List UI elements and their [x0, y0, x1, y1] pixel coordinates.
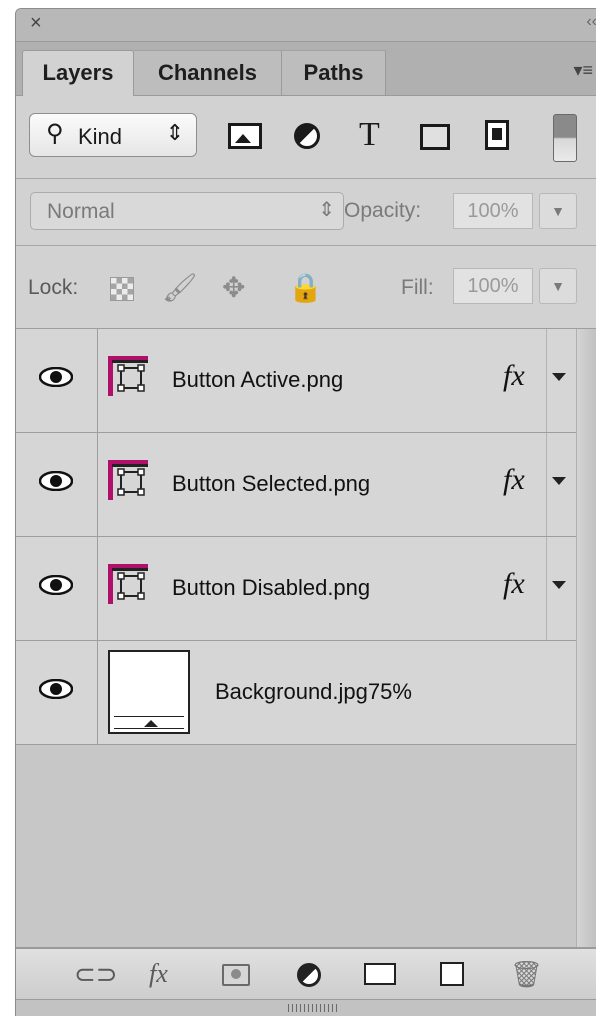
thumbnail-line — [114, 716, 184, 717]
layer-row[interactable]: Button Active.png fx — [16, 329, 576, 433]
lock-position-move-icon[interactable]: ✥ — [222, 268, 245, 308]
layer-filter-row: ⚲ Kind ⇕ T — [16, 96, 596, 179]
smart-object-filter-icon[interactable] — [485, 120, 509, 150]
layers-list: Button Active.png fx Button Selected.png… — [16, 329, 576, 949]
panel-tabs: Layers Channels Paths ▾≡ — [16, 42, 596, 96]
thumbnail-line — [114, 728, 184, 729]
type-filter-icon[interactable]: T — [359, 116, 380, 154]
tab-layers[interactable]: Layers — [22, 50, 134, 96]
search-icon: ⚲ — [46, 120, 64, 147]
tab-channels[interactable]: Channels — [134, 50, 282, 95]
opacity-input[interactable]: 100% — [453, 193, 533, 229]
layers-panel: × ‹‹ Layers Channels Paths ▾≡ ⚲ Kind ⇕ T… — [15, 8, 596, 1016]
panel-menu-icon[interactable]: ▾≡ — [573, 60, 593, 81]
layer-name[interactable]: Background.jpg75% — [215, 679, 412, 705]
fill-input[interactable]: 100% — [453, 268, 533, 304]
layer-name[interactable]: Button Disabled.png — [172, 575, 370, 601]
triangle-icon — [144, 720, 158, 727]
visibility-toggle[interactable] — [16, 433, 98, 536]
layer-style-icon[interactable]: fx — [149, 959, 168, 989]
collapse-arrows-icon[interactable]: ‹‹ — [586, 13, 596, 31]
layer-name[interactable]: Button Active.png — [172, 367, 343, 393]
fill-dropdown-button[interactable]: ▼ — [539, 268, 577, 304]
blend-mode-select[interactable]: Normal ⇕ — [30, 192, 344, 230]
layer-row[interactable]: Button Disabled.png fx — [16, 537, 576, 641]
eye-icon — [39, 679, 73, 699]
lock-pixels-brush-icon[interactable]: 🖌 — [162, 268, 198, 308]
layer-thumbnail — [108, 650, 190, 734]
kind-filter-select[interactable]: ⚲ Kind ⇕ — [29, 113, 197, 157]
group-folder-icon[interactable] — [364, 963, 396, 985]
divider — [546, 433, 547, 536]
eye-icon — [39, 367, 73, 387]
new-layer-icon[interactable] — [440, 962, 464, 986]
lock-row: Lock: 🖌 ✥ 🔒 Fill: 100% ▼ — [16, 246, 596, 329]
link-layers-icon[interactable]: ⊂⊃ — [74, 959, 118, 989]
visibility-toggle[interactable] — [16, 537, 98, 640]
close-icon[interactable]: × — [30, 11, 42, 35]
layer-effects-fx-icon[interactable]: fx — [503, 567, 525, 601]
image-filter-icon[interactable] — [228, 123, 262, 149]
layer-effects-fx-icon[interactable]: fx — [503, 359, 525, 393]
visibility-toggle[interactable] — [16, 641, 98, 744]
stepper-arrows-icon: ⇕ — [318, 199, 335, 221]
eye-icon — [39, 575, 73, 595]
panel-title-bar: × ‹‹ — [16, 9, 596, 42]
tab-paths[interactable]: Paths — [282, 50, 386, 95]
opacity-label: Opacity: — [344, 199, 422, 222]
lock-label: Lock: — [28, 276, 79, 299]
fill-label: Fill: — [401, 276, 434, 299]
grip-icon — [288, 1004, 338, 1012]
eye-icon — [39, 471, 73, 491]
divider — [546, 537, 547, 640]
scrollbar[interactable] — [576, 329, 596, 949]
lock-transparency-icon[interactable] — [110, 277, 134, 301]
layer-row[interactable]: Background.jpg75% — [16, 641, 576, 745]
adjustment-layer-icon[interactable] — [297, 963, 321, 987]
visibility-toggle[interactable] — [16, 329, 98, 432]
expand-effects-icon[interactable] — [552, 373, 566, 381]
resize-handle[interactable] — [16, 999, 596, 1016]
expand-effects-icon[interactable] — [552, 581, 566, 589]
divider — [546, 329, 547, 432]
lock-all-icon[interactable]: 🔒 — [288, 268, 323, 308]
layer-row[interactable]: Button Selected.png fx — [16, 433, 576, 537]
trash-icon[interactable]: 🗑 — [510, 959, 543, 989]
blend-row: Normal ⇕ Opacity: 100% ▼ — [16, 179, 596, 246]
blend-mode-value: Normal — [47, 200, 115, 223]
layer-name[interactable]: Button Selected.png — [172, 471, 370, 497]
layer-mask-icon[interactable] — [222, 964, 250, 986]
kind-label: Kind — [78, 124, 123, 149]
opacity-dropdown-button[interactable]: ▼ — [539, 193, 577, 229]
smart-object-thumbnail-icon — [108, 564, 148, 604]
expand-effects-icon[interactable] — [552, 477, 566, 485]
layers-bottom-toolbar: ⊂⊃ fx 🗑 — [16, 947, 596, 999]
smart-object-thumbnail-icon — [108, 460, 148, 500]
shape-filter-icon[interactable] — [420, 124, 450, 150]
adjustment-filter-icon[interactable] — [294, 123, 320, 149]
smart-object-thumbnail-icon — [108, 356, 148, 396]
layer-effects-fx-icon[interactable]: fx — [503, 463, 525, 497]
filter-toggle-icon[interactable] — [553, 114, 577, 162]
stepper-arrows-icon: ⇕ — [165, 120, 184, 145]
